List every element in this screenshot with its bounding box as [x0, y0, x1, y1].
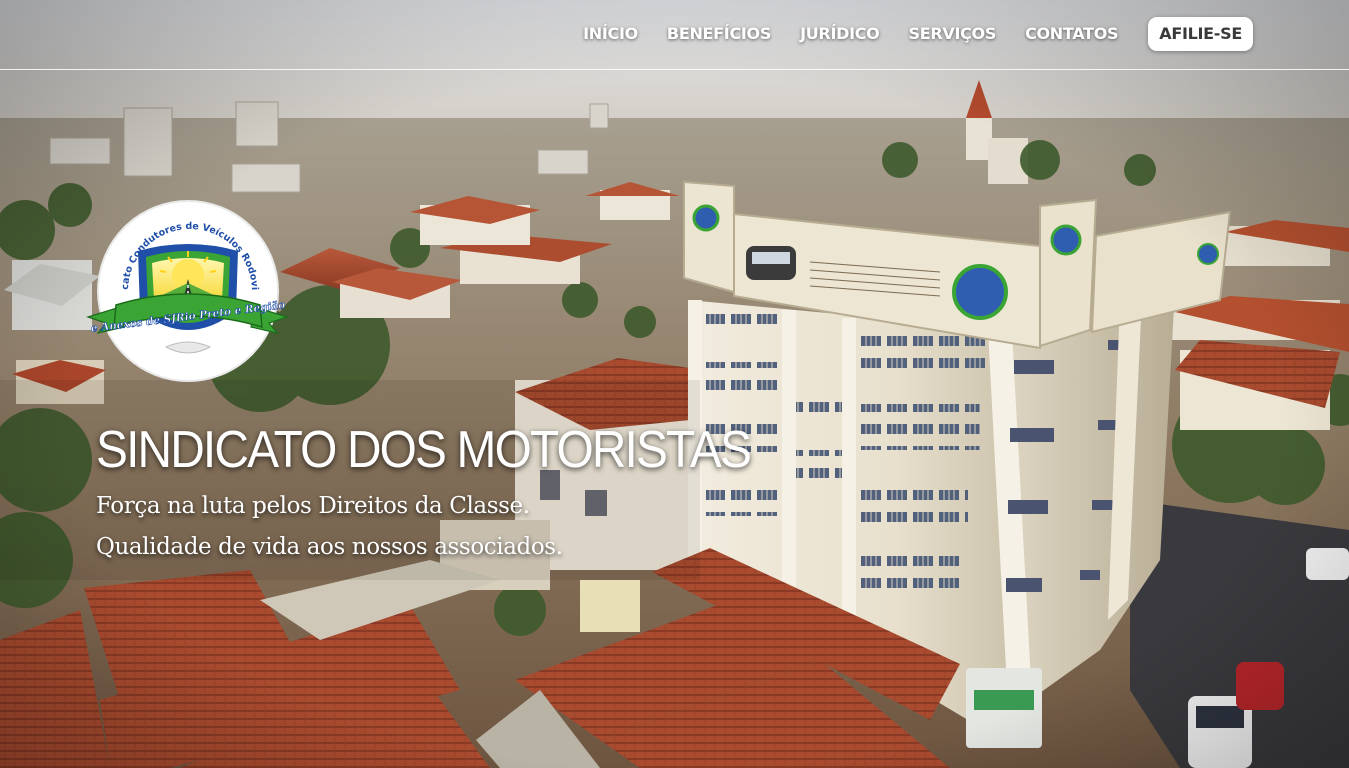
hero-tagline-line2: Qualidade de vida aos nossos associados. — [96, 534, 563, 560]
nav-item-beneficios[interactable]: BENEFÍCIOS — [667, 17, 771, 51]
hero-section: INÍCIO BENEFÍCIOS JURÍDICO SERVIÇOS CONT… — [0, 0, 1349, 768]
afilie-se-button[interactable]: AFILIE-SE — [1148, 17, 1253, 51]
main-nav: INÍCIO BENEFÍCIOS JURÍDICO SERVIÇOS CONT… — [554, 17, 1253, 51]
nav-item-juridico[interactable]: JURÍDICO — [800, 17, 880, 51]
nav-item-contatos[interactable]: CONTATOS — [1025, 17, 1118, 51]
union-logo[interactable]: Sindicato Condutores de Veículos Rodoviá… — [80, 199, 295, 389]
hero-title: SINDICATO DOS MOTORISTAS — [96, 421, 752, 479]
nav-item-inicio[interactable]: INÍCIO — [583, 17, 638, 51]
top-navbar: INÍCIO BENEFÍCIOS JURÍDICO SERVIÇOS CONT… — [0, 0, 1349, 70]
nav-item-servicos[interactable]: SERVIÇOS — [908, 17, 996, 51]
hero-tagline-line1: Força na luta pelos Direitos da Classe. — [96, 493, 530, 519]
